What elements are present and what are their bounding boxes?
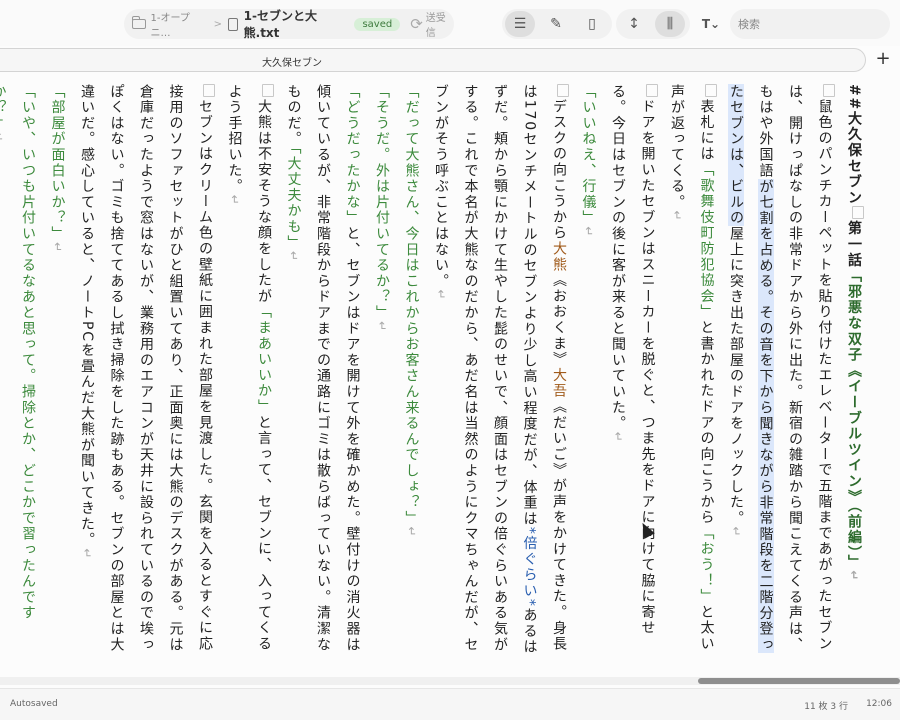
indent-marker-icon [262,84,274,97]
paragraph: 表札には「歌舞伎町防犯協会」と書かれたドアの向こうから「おう！」と太い声が返って… [669,84,717,653]
vertical-columns-icon: ⫼ [666,16,674,32]
return-icon: ↵ [581,226,596,239]
paragraph: ドアを開いたセブンはスニーカーを脱ぐと、つま先をドアに向けて脇に寄せる。今日はセ… [610,84,658,637]
tab-bar: 大久保セブン [0,48,866,72]
return-icon: ↵ [50,242,65,254]
dialogue-line: 「だって大熊さん、今日はこれからお客さん来るんでしょ？」↵ [403,84,420,539]
scrollbar-thumb[interactable] [698,678,900,684]
sync-label: 送受信 [425,13,446,39]
search-input[interactable]: 検索 [730,9,890,39]
sync-icon: ⟳ [410,15,423,33]
edit-icon: ✎ [550,16,562,32]
indent-marker-icon [645,84,658,97]
paragraph: デスクの向こうから大熊《おおくま》大吾《だいご》が声をかけてきた。身長は170セ… [433,84,569,656]
page-icon: ▯ [588,16,596,32]
editor-area[interactable]: ##大久保セブン第一話「邪悪な双子《イーブルツイン》（前編）」↵ 鼠色のパンチカ… [0,80,900,678]
clock: 12:06 [866,699,892,709]
return-icon: ↵ [434,289,448,302]
indent-marker-icon [557,84,569,97]
chapter-heading: ##大久保セブン第一話「邪悪な双子《イーブルツイン》（前編）」↵ [846,84,864,583]
line-spacing-button[interactable]: ↕ [619,11,649,37]
status-bar: Autosaved 11 枚 3 行 12:06 [0,688,900,720]
font-menu-button[interactable]: T⌄ [696,9,726,39]
font-icon: T⌄ [701,17,721,31]
dialogue-line: 「部屋が面白いか？」↵ [49,84,66,254]
page-button[interactable]: ▯ [577,11,607,37]
breadcrumb-folder[interactable]: 1-オープニ… [151,9,208,39]
line-spacing-icon: ↕ [628,16,640,32]
dialogue-line: 「そうだ。外は片付いてるか？」↵ [374,84,390,333]
indent-marker-icon [822,84,835,97]
return-icon: ↵ [729,526,743,539]
new-tab-button[interactable]: + [872,50,894,70]
top-toolbar: 1-オープニ… > 1-セブンと大熊.txt saved ⟳ 送受信 ☰ ✎ ▯… [0,0,900,46]
view-tool-group: ☰ ✎ ▯ [502,9,612,39]
vertical-text[interactable]: ##大久保セブン第一話「邪悪な双子《イーブルツイン》（前編）」↵ 鼠色のパンチカ… [0,84,868,659]
sync-button[interactable]: ⟳ 送受信 [410,9,454,39]
edit-button[interactable]: ✎ [541,11,571,37]
return-icon: ↵ [286,250,301,263]
return-icon: ↵ [404,526,419,539]
indent-marker-icon [203,84,215,97]
file-name[interactable]: 1-セブンと大熊.txt [244,7,349,41]
return-icon: ↵ [0,131,6,144]
paragraph: 大熊は不安そうな顔をしたが「まあいいか」と言って、セブンに、入ってくるよう手招い… [226,84,274,653]
breadcrumb-separator: > [213,18,222,30]
document-icon [227,17,238,31]
tab-title[interactable]: 大久保セブン [0,54,584,69]
paragraph: 鼠色のパンチカーペットを貼り付けたエレベーターで五階まであがったセブンは、開けっ… [728,84,835,653]
return-icon: ↵ [847,570,861,583]
dialogue-line: 「いいねえ、行儀」↵ [580,84,597,239]
return-icon: ↵ [670,210,684,223]
align-button[interactable]: ☰ [505,11,535,37]
indent-marker-icon [704,84,717,97]
return-icon: ↵ [227,194,242,207]
return-icon: ↵ [80,548,94,561]
horizontal-scrollbar[interactable] [0,677,900,685]
dialogue-line: 「いや、いつも片付いてるなあと思って。掃除とか、どこかで習ったんですか？」↵ [0,84,42,659]
return-icon: ↵ [611,431,625,444]
paragraph: 「どうだったかな」と、セブンはドアを開けて外を確かめた。壁付けの消火器は傾いてい… [285,84,361,653]
breadcrumb: 1-オープニ… > 1-セブンと大熊.txt saved ⟳ 送受信 [124,7,454,41]
paragraph: セブンはクリーム色の壁紙に囲まれた部屋を見渡した。玄関を入るとすぐに応接用のソフ… [79,84,215,653]
vertical-columns-button[interactable]: ⫼ [655,11,685,37]
saved-badge: saved [354,17,401,31]
return-icon: ↵ [375,321,389,333]
layout-tool-group: ↕ ⫼ [616,9,690,39]
autosave-status: Autosaved [10,699,58,709]
cursor-position: 11 枚 3 行 [804,702,848,712]
search-placeholder: 検索 [738,18,760,31]
folder-icon [132,16,146,29]
indent-marker-icon [852,205,864,219]
align-icon: ☰ [513,16,527,32]
